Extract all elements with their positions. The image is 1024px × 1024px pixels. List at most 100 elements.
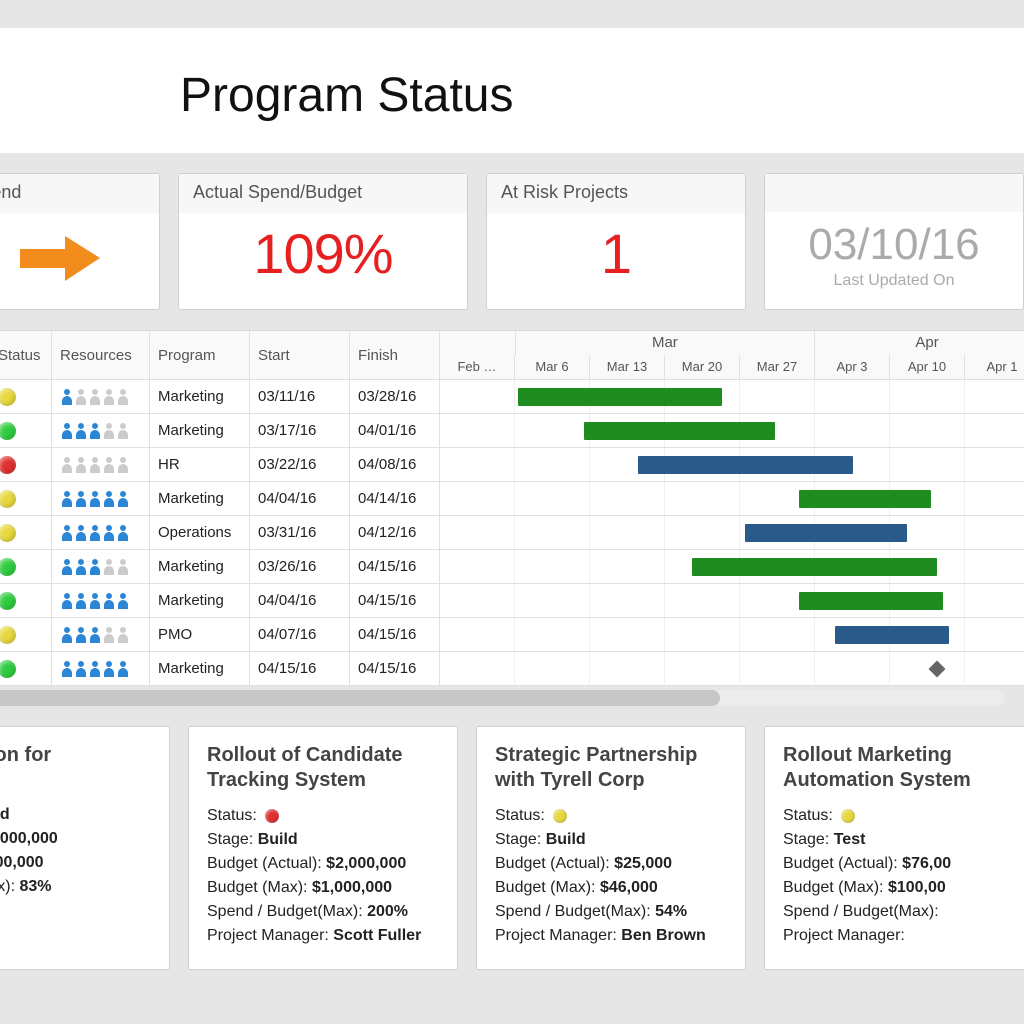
table-row-resources[interactable] xyxy=(52,550,150,584)
table-row-program[interactable]: Marketing xyxy=(150,584,250,618)
page-title: Program Status xyxy=(180,68,1024,123)
col-header-status[interactable]: Status xyxy=(0,331,52,380)
table-row-finish[interactable]: 04/08/16 xyxy=(350,448,440,482)
col-header-resources[interactable]: Resources xyxy=(52,331,150,380)
kpi-spend[interactable]: Actual Spend/Budget 109% xyxy=(178,173,468,310)
table-row-start[interactable]: 03/26/16 xyxy=(250,550,350,584)
gantt-cell[interactable] xyxy=(440,652,1024,686)
table-row-finish[interactable]: 04/15/16 xyxy=(350,550,440,584)
table-row-status[interactable] xyxy=(0,516,52,550)
table-row-start[interactable]: 04/04/16 xyxy=(250,584,350,618)
table-row-resources[interactable] xyxy=(52,482,150,516)
project-card[interactable]: Promotion forStatus: Stage: BuildActual)… xyxy=(0,726,170,970)
person-icon xyxy=(74,592,88,610)
gantt-week: Apr 10 xyxy=(889,355,964,379)
col-header-start[interactable]: Start xyxy=(250,331,350,380)
gantt-cell[interactable] xyxy=(440,380,1024,414)
gantt-cell[interactable] xyxy=(440,584,1024,618)
table-row-resources[interactable] xyxy=(52,414,150,448)
status-dot-yellow-icon xyxy=(841,809,855,823)
project-card[interactable]: Strategic Partnership with Tyrell CorpSt… xyxy=(476,726,746,970)
table-row-start[interactable]: 04/15/16 xyxy=(250,652,350,686)
person-icon xyxy=(88,660,102,678)
table-row-program[interactable]: PMO xyxy=(150,618,250,652)
table-row-status[interactable] xyxy=(0,652,52,686)
status-dot-yellow-icon xyxy=(0,524,16,542)
table-row-resources[interactable] xyxy=(52,652,150,686)
table-row-finish[interactable]: 04/15/16 xyxy=(350,584,440,618)
gantt-bar[interactable] xyxy=(638,456,854,474)
table-row-finish[interactable]: 03/28/16 xyxy=(350,380,440,414)
person-icon xyxy=(116,422,130,440)
gantt-cell[interactable] xyxy=(440,516,1024,550)
table-row-status[interactable] xyxy=(0,618,52,652)
person-icon xyxy=(60,490,74,508)
gantt-bar[interactable] xyxy=(799,592,943,610)
gantt-cell[interactable] xyxy=(440,448,1024,482)
gantt-bar[interactable] xyxy=(835,626,949,644)
table-row-status[interactable] xyxy=(0,448,52,482)
table-row-program[interactable]: Marketing xyxy=(150,380,250,414)
table-row-program[interactable]: HR xyxy=(150,448,250,482)
table-row-finish[interactable]: 04/15/16 xyxy=(350,618,440,652)
table-row-finish[interactable]: 04/01/16 xyxy=(350,414,440,448)
kpi-risk[interactable]: At Risk Projects 1 xyxy=(486,173,746,310)
table-row-status[interactable] xyxy=(0,380,52,414)
gantt-cell[interactable] xyxy=(440,482,1024,516)
table-row-resources[interactable] xyxy=(52,618,150,652)
project-card[interactable]: Rollout of Candidate Tracking SystemStat… xyxy=(188,726,458,970)
table-row-resources[interactable] xyxy=(52,380,150,414)
table-row-program[interactable]: Marketing xyxy=(150,482,250,516)
table-row-program[interactable]: Operations xyxy=(150,516,250,550)
gantt-bar[interactable] xyxy=(518,388,722,406)
card-line: Spend / Budget(Max): 200% xyxy=(207,903,439,921)
table-row-start[interactable]: 03/17/16 xyxy=(250,414,350,448)
col-header-program[interactable]: Program xyxy=(150,331,250,380)
scrollbar-thumb[interactable] xyxy=(0,690,720,706)
table-row-program[interactable]: Marketing xyxy=(150,652,250,686)
gantt-cell[interactable] xyxy=(440,414,1024,448)
table-row-start[interactable]: 03/31/16 xyxy=(250,516,350,550)
table-row-start[interactable]: 04/07/16 xyxy=(250,618,350,652)
table-row-resources[interactable] xyxy=(52,516,150,550)
table-row-start[interactable]: 03/22/16 xyxy=(250,448,350,482)
gantt-header: MarAprFeb …Mar 6Mar 13Mar 20Mar 27Apr 3A… xyxy=(440,331,1024,380)
gantt-cell[interactable] xyxy=(440,618,1024,652)
table-row-status[interactable] xyxy=(0,550,52,584)
kpi-trend[interactable]: Trend xyxy=(0,173,160,310)
gantt-bar[interactable] xyxy=(584,422,776,440)
person-icon xyxy=(60,660,74,678)
horizontal-scrollbar[interactable] xyxy=(0,690,1004,706)
status-dot-yellow-icon xyxy=(0,388,16,406)
table-row-status[interactable] xyxy=(0,414,52,448)
project-card[interactable]: Rollout Marketing Automation SystemStatu… xyxy=(764,726,1024,970)
card-line: Budget (Max): $100,00 xyxy=(783,879,1015,897)
person-icon xyxy=(88,592,102,610)
person-icon xyxy=(60,388,74,406)
table-row-program[interactable]: Marketing xyxy=(150,550,250,584)
card-status-line: Status: xyxy=(495,807,727,825)
gantt-cell[interactable] xyxy=(440,550,1024,584)
table-row-start[interactable]: 03/11/16 xyxy=(250,380,350,414)
table-row-finish[interactable]: 04/14/16 xyxy=(350,482,440,516)
kpi-spend-value: 109% xyxy=(199,221,447,286)
card-line: Budget (Actual): $2,000,000 xyxy=(207,855,439,873)
table-row-resources[interactable] xyxy=(52,448,150,482)
table-row-finish[interactable]: 04/15/16 xyxy=(350,652,440,686)
gantt-bar[interactable] xyxy=(692,558,938,576)
card-line: Actual): $1,000,000 xyxy=(0,830,151,848)
card-title: Rollout Marketing Automation System xyxy=(783,743,1015,793)
gantt-bar[interactable] xyxy=(799,490,931,508)
table-row-status[interactable] xyxy=(0,584,52,618)
col-header-finish[interactable]: Finish xyxy=(350,331,440,380)
kpi-spend-label: Actual Spend/Budget xyxy=(179,174,467,213)
card-stage-line: Stage: Test xyxy=(783,831,1015,849)
table-row-start[interactable]: 04/04/16 xyxy=(250,482,350,516)
person-icon xyxy=(60,524,74,542)
table-row-finish[interactable]: 04/12/16 xyxy=(350,516,440,550)
table-row-program[interactable]: Marketing xyxy=(150,414,250,448)
gantt-bar[interactable] xyxy=(745,524,907,542)
table-row-status[interactable] xyxy=(0,482,52,516)
table-row-resources[interactable] xyxy=(52,584,150,618)
kpi-updated[interactable]: 03/10/16 Last Updated On xyxy=(764,173,1024,310)
